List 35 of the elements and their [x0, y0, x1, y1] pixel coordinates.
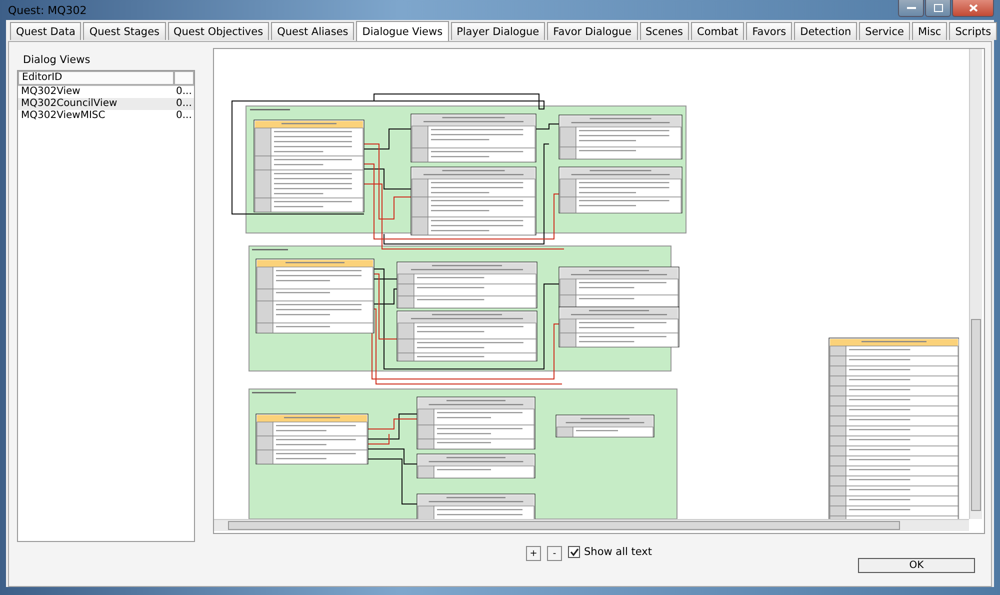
maximize-button[interactable]: [925, 0, 951, 17]
show-all-text-checkbox[interactable]: Show all text: [568, 546, 652, 558]
window-title: Quest: MQ302: [7, 4, 87, 16]
list-row[interactable]: MQ302ViewMISC 0...: [18, 110, 194, 122]
tab[interactable]: Scripts: [949, 22, 998, 40]
maximize-icon: [934, 4, 942, 12]
close-button[interactable]: [952, 0, 994, 17]
tab[interactable]: Favor Dialogue: [547, 22, 638, 40]
check-icon: [570, 548, 578, 556]
minimize-button[interactable]: [898, 0, 924, 17]
list-row[interactable]: MQ302CouncilView 0...: [18, 98, 194, 110]
column-header[interactable]: EditorID: [18, 71, 174, 85]
zoom-button[interactable]: +: [526, 546, 541, 561]
zoom-button[interactable]: -: [547, 546, 562, 561]
close-icon: [968, 4, 978, 12]
tab[interactable]: Combat: [691, 22, 744, 40]
horizontal-scrollbar[interactable]: [214, 519, 969, 531]
ok-button[interactable]: OK: [858, 558, 975, 573]
tab[interactable]: Service: [859, 22, 910, 40]
tab[interactable]: Quest Data: [10, 22, 82, 40]
tab[interactable]: Detection: [794, 22, 858, 40]
tab[interactable]: Misc: [912, 22, 948, 40]
panel-title: Dialog Views: [23, 54, 92, 66]
vertical-scrollbar[interactable]: [969, 49, 982, 519]
tab[interactable]: Quest Objectives: [168, 22, 270, 40]
tab[interactable]: Player Dialogue: [450, 22, 546, 40]
tab[interactable]: Dialogue Views: [356, 21, 449, 41]
minimize-icon: [906, 6, 916, 10]
tab[interactable]: Quest Aliases: [271, 22, 354, 40]
list-row[interactable]: MQ302View 0...: [18, 86, 194, 98]
tab[interactable]: Favors: [746, 22, 792, 40]
checkbox-label: Show all text: [584, 546, 652, 558]
tab[interactable]: Scenes: [640, 22, 689, 40]
tab[interactable]: Quest Stages: [83, 22, 166, 40]
checkbox[interactable]: [568, 546, 580, 558]
